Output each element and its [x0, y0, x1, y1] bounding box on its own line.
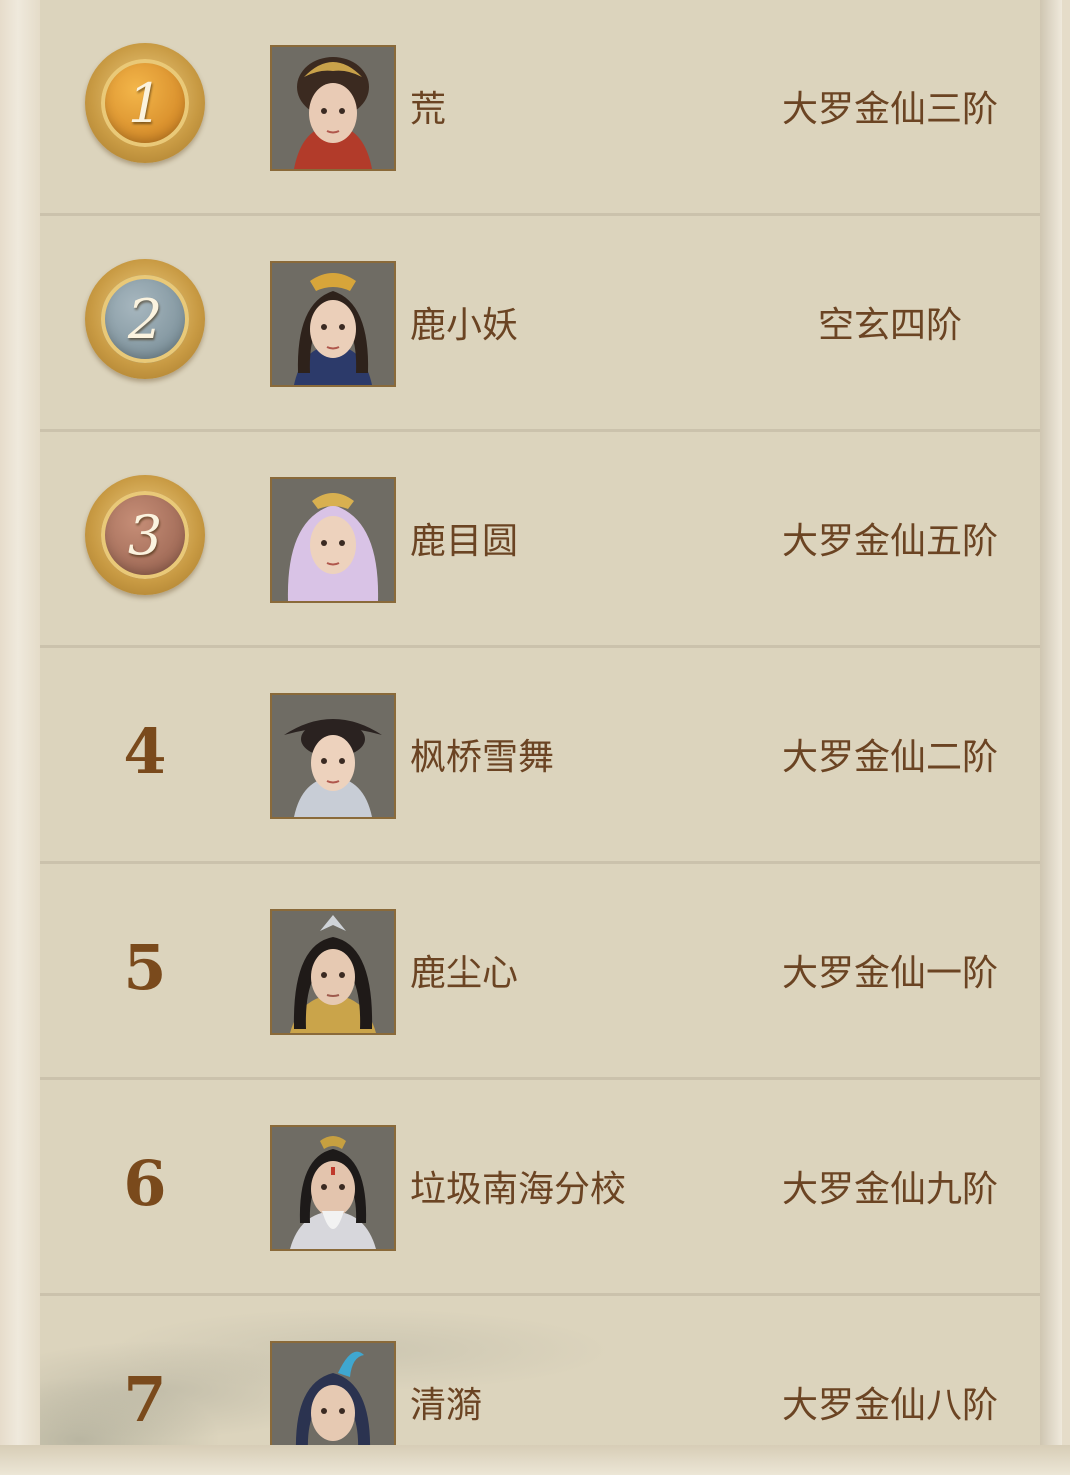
- player-realm: 大罗金仙九阶: [781, 1169, 998, 1210]
- leaderboard-panel[interactable]: 1 荒 大罗金仙三阶 2 鹿小妖 空玄四阶 3 鹿目圆 大罗金仙五阶 4 枫桥雪…: [40, 0, 1040, 1445]
- player-realm: 大罗金仙三阶: [781, 89, 998, 130]
- leaderboard-row[interactable]: 2 鹿小妖 空玄四阶: [40, 216, 1040, 432]
- player-name: 鹿目圆: [410, 521, 519, 562]
- player-name: 鹿小妖: [410, 305, 519, 346]
- rank-badge: 2: [80, 254, 210, 384]
- player-realm: 大罗金仙一阶: [781, 953, 998, 994]
- leaderboard-row[interactable]: 3 鹿目圆 大罗金仙五阶: [40, 432, 1040, 648]
- player-name: 荒: [410, 89, 447, 130]
- portrait-icon: [272, 47, 394, 169]
- portrait-icon: [272, 1343, 394, 1445]
- portrait-icon: [272, 263, 394, 385]
- rank-badge: 7: [80, 1334, 210, 1445]
- leaderboard-row[interactable]: 4 枫桥雪舞 大罗金仙二阶: [40, 648, 1040, 864]
- player-realm: 大罗金仙八阶: [781, 1385, 998, 1426]
- leaderboard-row[interactable]: 1 荒 大罗金仙三阶: [40, 0, 1040, 216]
- rank-number: 7: [123, 1362, 167, 1436]
- player-avatar[interactable]: [270, 1125, 396, 1251]
- rank-badge: 3: [80, 470, 210, 600]
- player-name: 枫桥雪舞: [410, 737, 555, 778]
- rank-number: 4: [123, 714, 167, 788]
- player-realm: 空玄四阶: [817, 305, 962, 346]
- player-avatar[interactable]: [270, 45, 396, 171]
- player-avatar[interactable]: [270, 477, 396, 603]
- player-avatar[interactable]: [270, 909, 396, 1035]
- gold-medal-icon: 1: [85, 43, 205, 163]
- rank-number: 6: [123, 1146, 167, 1220]
- rank-badge: 5: [80, 902, 210, 1032]
- leaderboard-row[interactable]: 6 垃圾南海分校 大罗金仙九阶: [40, 1080, 1040, 1296]
- portrait-icon: [272, 695, 394, 817]
- player-avatar[interactable]: [270, 1341, 396, 1445]
- player-name: 垃圾南海分校: [410, 1169, 627, 1210]
- player-name: 鹿尘心: [410, 953, 519, 994]
- player-realm: 大罗金仙二阶: [781, 737, 998, 778]
- silver-medal-icon: 2: [85, 259, 205, 379]
- panel-right-edge: [1040, 0, 1062, 1475]
- leaderboard-row[interactable]: 7 清漪 大罗金仙八阶: [40, 1296, 1040, 1445]
- rank-number: 5: [123, 930, 167, 1004]
- player-realm: 大罗金仙五阶: [781, 521, 998, 562]
- bronze-medal-icon: 3: [85, 475, 205, 595]
- rank-badge: 4: [80, 686, 210, 816]
- player-avatar[interactable]: [270, 693, 396, 819]
- rank-number: 1: [127, 71, 163, 135]
- player-name: 清漪: [410, 1385, 483, 1426]
- player-avatar[interactable]: [270, 261, 396, 387]
- leaderboard-row[interactable]: 5 鹿尘心 大罗金仙一阶: [40, 864, 1040, 1080]
- panel-bottom-edge: [0, 1445, 1070, 1475]
- portrait-icon: [272, 911, 394, 1033]
- rank-number: 2: [127, 287, 163, 351]
- portrait-icon: [272, 479, 394, 601]
- rank-number: 3: [127, 503, 163, 567]
- rank-badge: 1: [80, 38, 210, 168]
- rank-badge: 6: [80, 1118, 210, 1248]
- portrait-icon: [272, 1127, 394, 1249]
